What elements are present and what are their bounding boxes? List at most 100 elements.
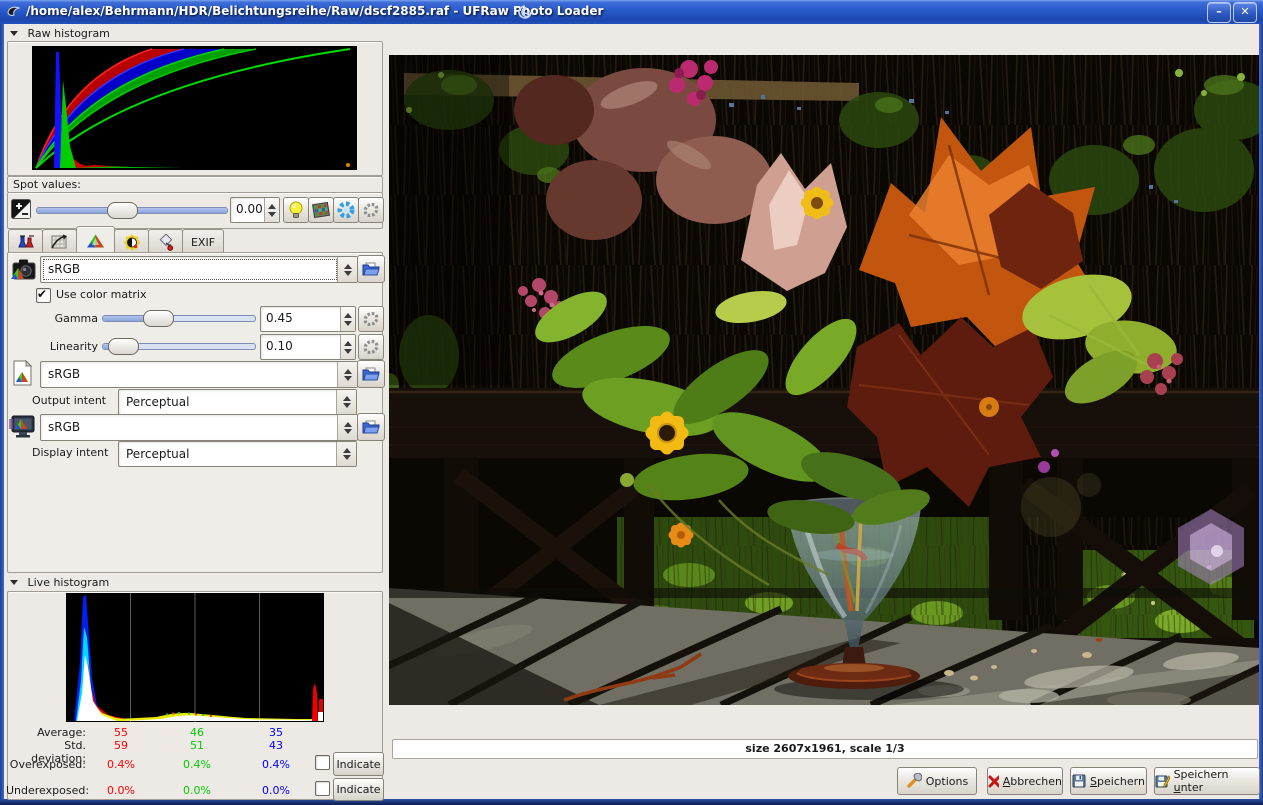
speichern-unter-button[interactable]: Speichern unter	[1154, 767, 1260, 795]
preview-image[interactable]	[389, 55, 1259, 705]
linearity-slider-thumb[interactable]	[108, 338, 139, 355]
input-profile-combo[interactable]: sRGB	[40, 256, 358, 283]
gamma-slider-thumb[interactable]	[143, 310, 174, 327]
expander-arrow-icon	[10, 31, 18, 36]
exposure-spinbox[interactable]: 0.00	[230, 197, 280, 223]
live-histogram-canvas	[66, 593, 324, 722]
white-balance-icon	[17, 234, 35, 250]
average-blue: 35	[254, 726, 298, 739]
minimize-button[interactable]: –	[1207, 2, 1231, 23]
linearity-reset-button[interactable]	[358, 334, 384, 360]
auto-exposure-button[interactable]	[283, 197, 309, 223]
tab-corrections[interactable]	[114, 229, 149, 254]
reset-icon	[362, 310, 380, 328]
std-green: 51	[175, 739, 219, 752]
output-intent-label: Output intent	[32, 394, 106, 407]
combo-arrows-icon	[337, 415, 357, 440]
open-folder-icon	[362, 366, 381, 382]
ufraw-window: /home/alex/Behrmann/HDR/Belichtungsreihe…	[0, 0, 1263, 805]
use-color-matrix-label: Use color matrix	[56, 288, 147, 301]
raw-color-button[interactable]	[308, 197, 334, 223]
underexposed-label: Underexposed:	[6, 784, 86, 797]
exposure-spin-arrows[interactable]	[264, 198, 279, 222]
transform-icon	[157, 234, 175, 251]
options-button[interactable]: Options	[897, 767, 977, 795]
preview-status-text: size 2607x1961, scale 1/3	[745, 742, 904, 755]
film-development-button[interactable]	[333, 197, 359, 223]
overexposed-indicate-checkbox[interactable]	[315, 755, 330, 770]
linearity-value: 0.10	[266, 339, 293, 353]
tab-color-management[interactable]	[76, 226, 115, 254]
load-display-profile-button[interactable]	[357, 413, 385, 441]
window-border-left	[0, 24, 4, 800]
output-profile-combo[interactable]: sRGB	[40, 361, 358, 388]
lightbulb-icon	[288, 201, 304, 219]
average-red: 55	[99, 726, 143, 739]
expander-arrow-icon	[10, 580, 18, 585]
gamma-value: 0.45	[266, 311, 293, 325]
tab-exif[interactable]: EXIF	[182, 229, 224, 254]
window-icon	[6, 4, 22, 20]
live-histogram-expander[interactable]: Live histogram	[10, 576, 109, 589]
camera-profile-icon	[10, 256, 36, 281]
exposure-value: 0.00	[236, 202, 263, 216]
output-intent-value: Perceptual	[126, 395, 189, 409]
ufraw-logo-icon	[516, 3, 534, 21]
reset-icon	[362, 338, 380, 356]
speichern-button[interactable]: Speichern	[1070, 767, 1147, 795]
display-intent-value: Perceptual	[126, 447, 189, 461]
gamma-spinbox[interactable]: 0.45	[260, 306, 356, 332]
restore-details-icon	[362, 201, 380, 219]
output-profile-value: sRGB	[48, 367, 80, 381]
corrections-icon	[123, 234, 141, 251]
average-green: 46	[175, 726, 219, 739]
wrench-icon	[906, 773, 922, 789]
tab-base-curve[interactable]	[42, 229, 77, 254]
underexposed-blue: 0.0%	[254, 784, 298, 797]
underexposed-red: 0.0%	[99, 784, 143, 797]
bayer-pattern-icon	[312, 201, 330, 219]
open-folder-icon	[362, 419, 381, 435]
combo-arrows-icon	[337, 257, 357, 282]
std-blue: 43	[254, 739, 298, 752]
display-profile-combo[interactable]: sRGB	[40, 414, 358, 441]
open-folder-icon	[362, 261, 381, 277]
close-button[interactable]: ✕	[1233, 2, 1257, 23]
overexposed-label: Overexposed:	[6, 758, 86, 771]
gamma-reset-button[interactable]	[358, 306, 384, 332]
underexposed-indicate-button[interactable]: Indicate	[333, 778, 384, 801]
load-output-profile-button[interactable]	[357, 360, 385, 388]
raw-histogram-canvas	[32, 46, 357, 170]
load-input-profile-button[interactable]	[357, 255, 385, 283]
overexposed-indicate-button[interactable]: Indicate	[333, 752, 384, 776]
linearity-spinbox[interactable]: 0.10	[260, 334, 356, 360]
titlebar[interactable]: /home/alex/Behrmann/HDR/Belichtungsreihe…	[0, 0, 1263, 24]
gamma-spin-arrows[interactable]	[340, 307, 355, 331]
reset-clip-button[interactable]	[358, 197, 384, 223]
linearity-label: Linearity	[30, 340, 98, 353]
cancel-x-icon	[988, 775, 999, 788]
underexposed-green: 0.0%	[175, 784, 219, 797]
abbrechen-button[interactable]: Abbrechen	[987, 767, 1063, 795]
exposure-slider-thumb[interactable]	[107, 202, 138, 219]
spot-values-label: Spot values:	[13, 178, 81, 191]
preview-status-bar: size 2607x1961, scale 1/3	[392, 739, 1258, 759]
output-intent-combo[interactable]: Perceptual	[118, 389, 357, 415]
combo-arrows-icon	[337, 362, 357, 387]
tab-transform[interactable]	[148, 229, 183, 254]
window-border-right	[1259, 24, 1263, 800]
std-red: 59	[99, 739, 143, 752]
focus-ring	[43, 259, 337, 280]
combo-arrows-icon	[336, 390, 356, 414]
display-profile-icon	[9, 414, 37, 439]
tab-white-balance[interactable]	[8, 229, 43, 254]
output-profile-icon	[12, 360, 34, 386]
raw-histogram-expander[interactable]: Raw histogram	[10, 27, 110, 40]
underexposed-indicate-checkbox[interactable]	[315, 781, 330, 796]
save-floppy-icon	[1072, 774, 1086, 788]
overexposed-red: 0.4%	[99, 758, 143, 771]
linearity-spin-arrows[interactable]	[340, 335, 355, 359]
overexposed-blue: 0.4%	[254, 758, 298, 771]
use-color-matrix-checkbox[interactable]	[36, 288, 51, 303]
display-intent-combo[interactable]: Perceptual	[118, 441, 357, 467]
